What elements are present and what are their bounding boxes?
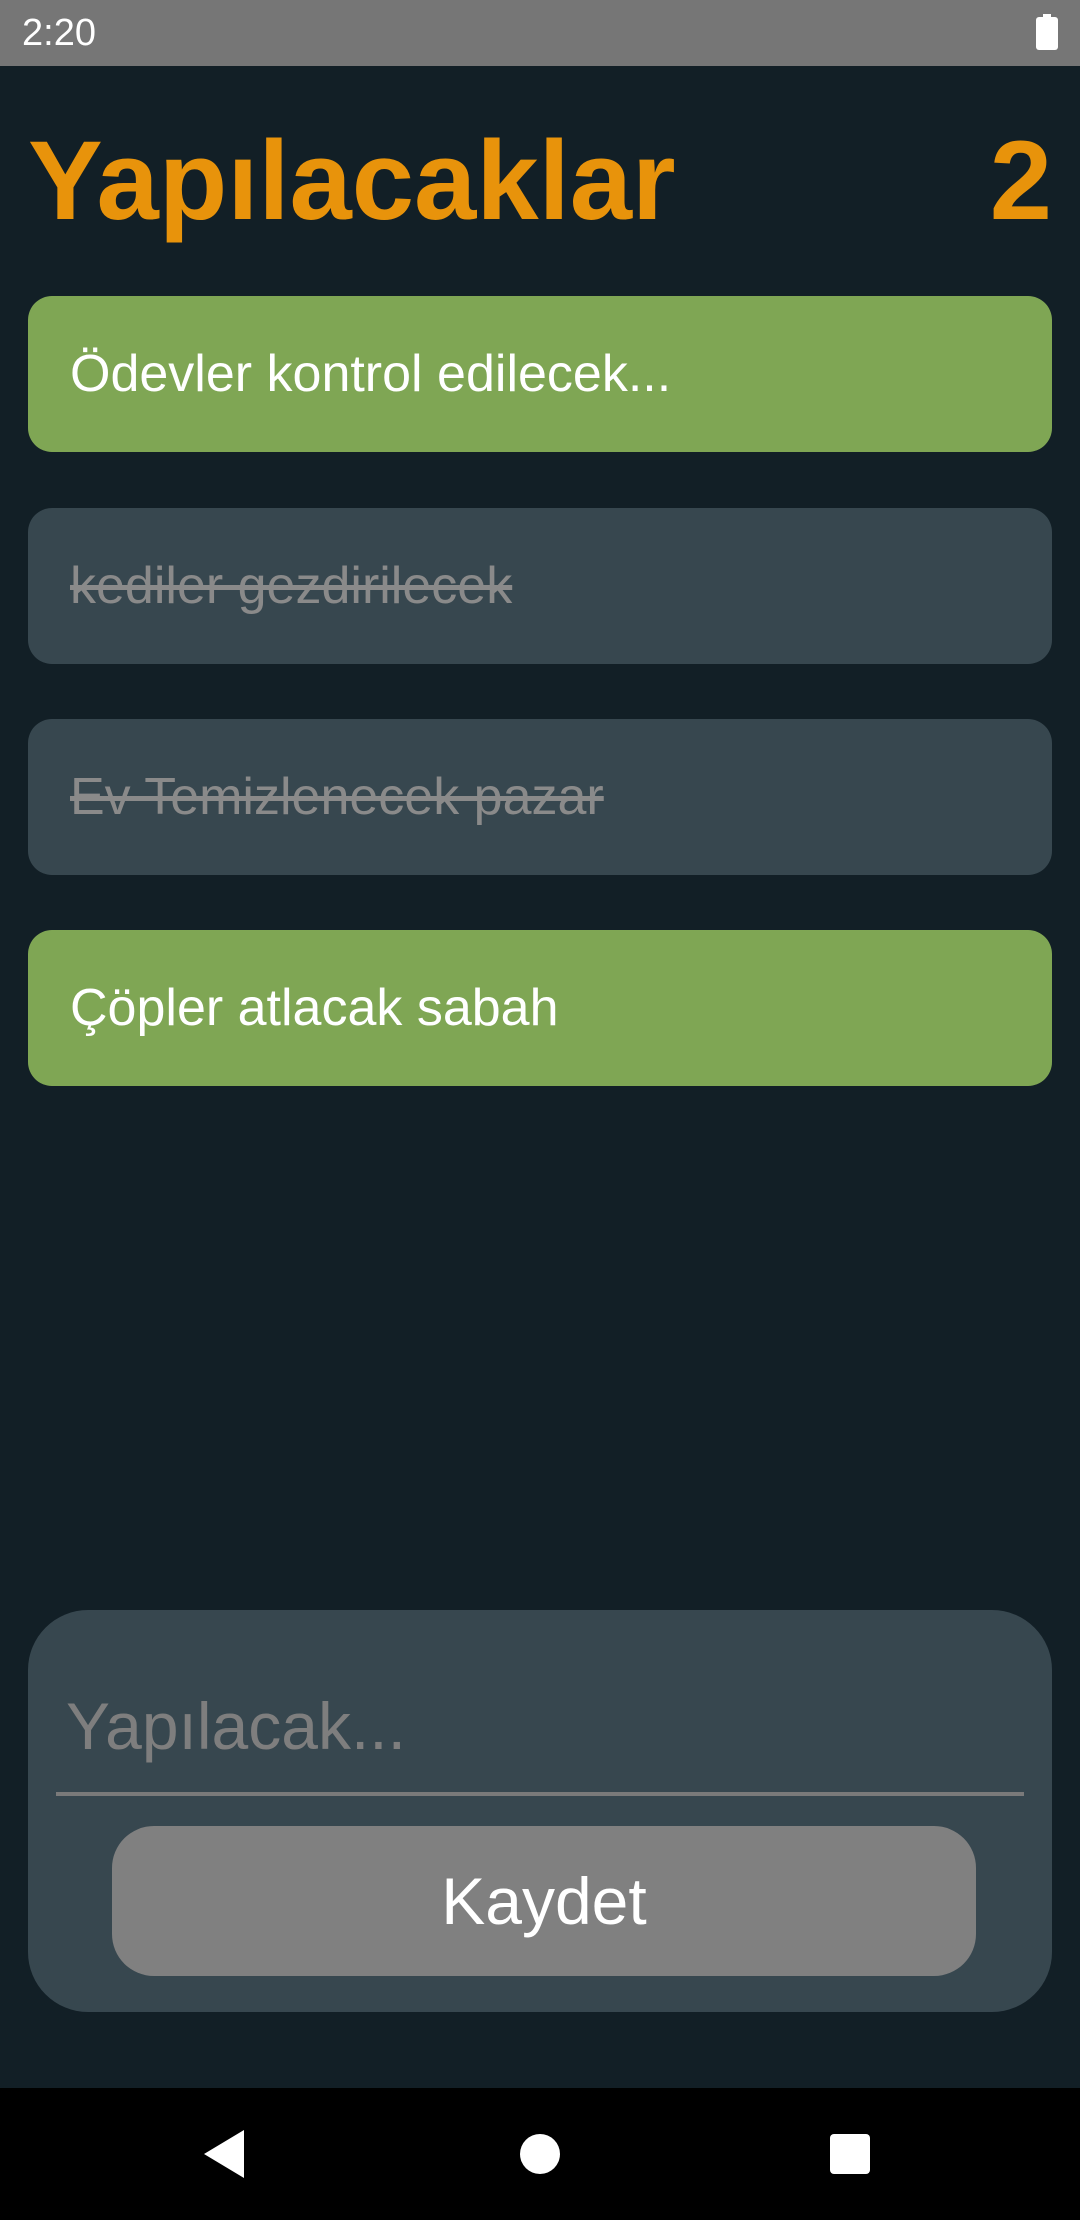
todo-screen: Yapılacaklar 2 Ödevler kontrol edilecek.…: [0, 66, 1080, 2088]
home-icon[interactable]: [520, 2134, 560, 2174]
task-item-completed[interactable]: Ev Temizlenecek pazar: [28, 719, 1052, 875]
task-item[interactable]: Ödevler kontrol edilecek...: [28, 296, 1052, 452]
remaining-count: 2: [989, 118, 1052, 243]
new-task-panel: Kaydet: [28, 1610, 1052, 2012]
status-time: 2:20: [22, 12, 96, 54]
status-bar: 2:20: [0, 0, 1080, 66]
back-icon[interactable]: [204, 2130, 244, 2178]
system-nav-bar: [0, 2088, 1080, 2220]
save-button[interactable]: Kaydet: [112, 1826, 976, 1976]
page-title: Yapılacaklar: [28, 118, 676, 243]
recents-icon[interactable]: [830, 2134, 870, 2174]
task-item[interactable]: Çöpler atlacak sabah: [28, 930, 1052, 1086]
new-task-input[interactable]: [56, 1660, 1024, 1796]
battery-icon: [1036, 14, 1058, 50]
task-item-completed[interactable]: kediler gezdirilecek: [28, 508, 1052, 664]
